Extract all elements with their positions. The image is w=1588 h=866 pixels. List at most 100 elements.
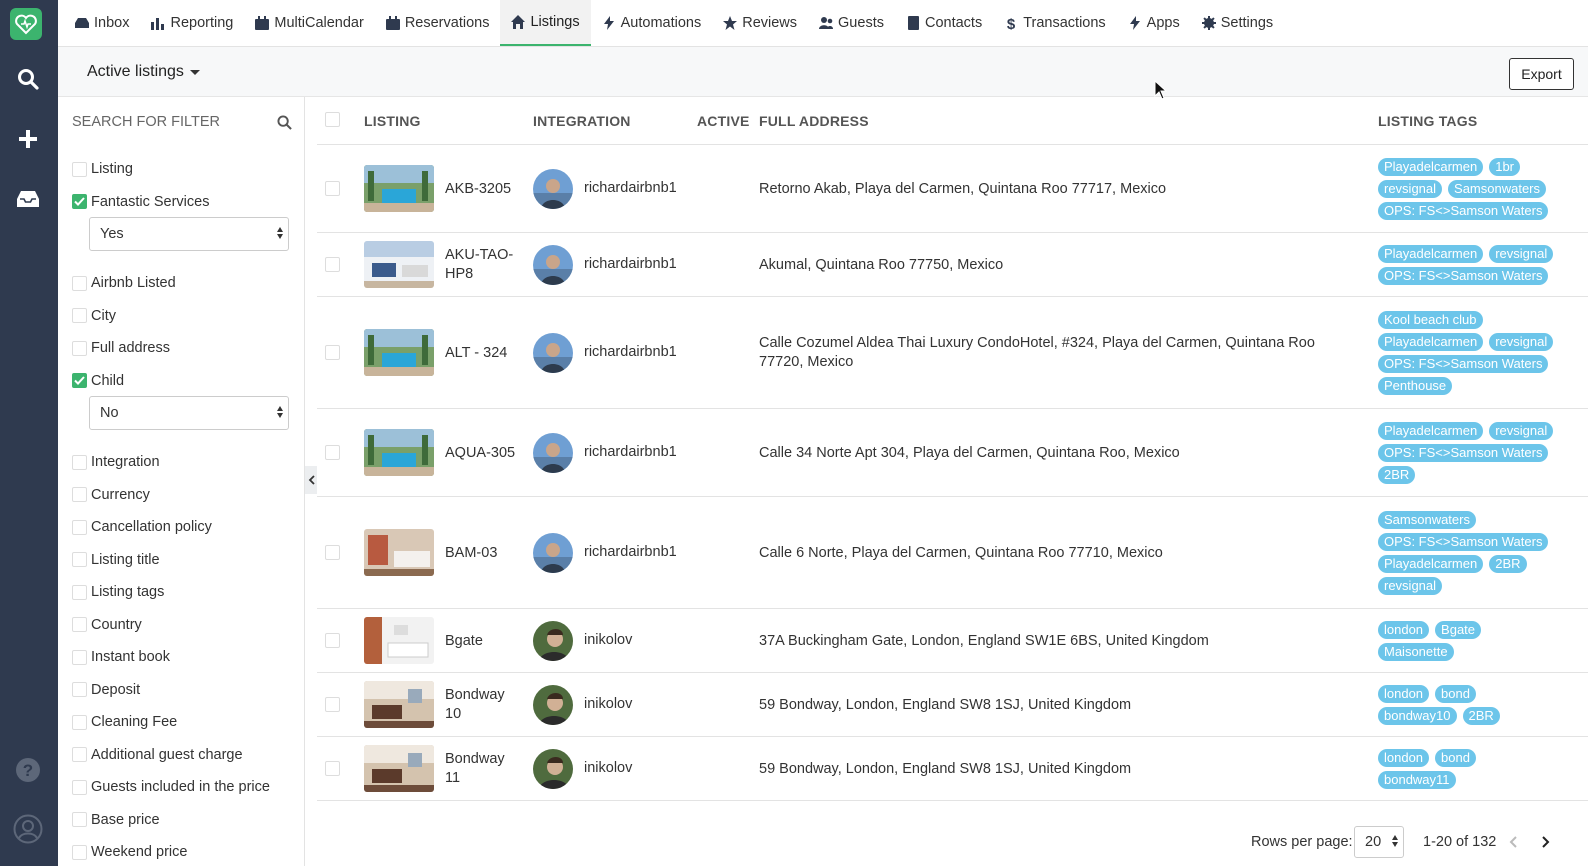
filter-checkbox[interactable] bbox=[72, 161, 87, 177]
tag-badge[interactable]: Playadelcarmen bbox=[1378, 421, 1484, 440]
tag-badge[interactable]: OPS: FS<>Samson Waters bbox=[1378, 266, 1549, 285]
row-checkbox[interactable] bbox=[325, 345, 340, 360]
tag-badge[interactable]: bondway11 bbox=[1378, 770, 1456, 789]
tag-badge[interactable]: london bbox=[1378, 684, 1430, 703]
table-row[interactable]: Bondway 10 inikolov 59 Bondway, London, En… bbox=[317, 673, 1588, 737]
row-checkbox[interactable] bbox=[325, 545, 340, 560]
nav-reviews[interactable]: Reviews bbox=[712, 0, 808, 46]
tag-badge[interactable]: revsignal bbox=[1378, 179, 1443, 198]
listing-name[interactable]: AKU-TAO-HP8 bbox=[445, 246, 520, 284]
nav-multicalendar[interactable]: MultiCalendar bbox=[244, 0, 374, 46]
table-row[interactable]: ALT - 324 richardairbnb1 Calle Cozumel Ald… bbox=[317, 297, 1588, 409]
nav-automations[interactable]: Automations bbox=[591, 0, 713, 46]
filter-guests-included-in-the-price[interactable]: Guests included in the price bbox=[72, 779, 270, 795]
search-icon[interactable] bbox=[277, 114, 292, 130]
row-checkbox[interactable] bbox=[325, 181, 340, 196]
filter-airbnb-listed[interactable]: Airbnb Listed bbox=[72, 275, 176, 291]
listing-thumbnail[interactable] bbox=[364, 681, 434, 728]
nav-reservations[interactable]: Reservations bbox=[375, 0, 501, 46]
column-full-address[interactable]: FULL ADDRESS bbox=[759, 113, 869, 129]
export-button[interactable]: Export bbox=[1509, 58, 1574, 90]
row-checkbox[interactable] bbox=[325, 257, 340, 272]
table-row[interactable]: Bgate inikolov 37A Buckingham Gate, London… bbox=[317, 609, 1588, 673]
tag-badge[interactable]: revsignal bbox=[1489, 244, 1554, 263]
table-row[interactable]: AKB-3205 richardairbnb1 Retorno Akab, Play… bbox=[317, 145, 1588, 233]
table-row[interactable]: BAM-03 richardairbnb1 Calle 6 Norte, Playa… bbox=[317, 497, 1588, 609]
filter-checkbox[interactable] bbox=[72, 340, 87, 356]
listing-thumbnail[interactable] bbox=[364, 617, 434, 664]
nav-apps[interactable]: Apps bbox=[1117, 0, 1191, 46]
filter-checkbox[interactable] bbox=[72, 844, 87, 860]
filter-checkbox[interactable] bbox=[72, 552, 87, 567]
tag-badge[interactable]: 2BR bbox=[1489, 554, 1527, 573]
listing-name[interactable]: ALT - 324 bbox=[445, 344, 520, 363]
filter-checkbox[interactable] bbox=[72, 779, 87, 795]
tag-badge[interactable]: OPS: FS<>Samson Waters bbox=[1378, 443, 1549, 462]
filter-listing[interactable]: Listing bbox=[72, 161, 133, 177]
previous-page-button[interactable] bbox=[1503, 832, 1523, 852]
listing-name[interactable]: Bondway 10 bbox=[445, 686, 520, 724]
filter-checkbox[interactable] bbox=[72, 275, 87, 291]
tag-badge[interactable]: london bbox=[1378, 620, 1430, 639]
nav-inbox[interactable]: Inbox bbox=[64, 0, 140, 46]
listing-name[interactable]: AQUA-305 bbox=[445, 444, 520, 463]
nav-settings[interactable]: Settings bbox=[1191, 0, 1284, 46]
tag-badge[interactable]: Maisonette bbox=[1378, 642, 1454, 661]
listing-thumbnail[interactable] bbox=[364, 241, 434, 288]
nav-transactions[interactable]: $ Transactions bbox=[993, 0, 1116, 46]
tag-badge[interactable]: Playadelcarmen bbox=[1378, 244, 1484, 263]
listing-thumbnail[interactable] bbox=[364, 529, 434, 576]
tag-badge[interactable]: revsignal bbox=[1378, 576, 1443, 595]
view-selector[interactable]: Active listings bbox=[87, 63, 200, 81]
filter-checkbox[interactable] bbox=[72, 487, 87, 502]
tag-badge[interactable]: Playadelcarmen bbox=[1378, 332, 1484, 351]
tag-badge[interactable]: revsignal bbox=[1489, 421, 1554, 440]
listing-name[interactable]: AKB-3205 bbox=[445, 180, 520, 199]
select-all-checkbox[interactable] bbox=[325, 112, 340, 127]
app-logo[interactable] bbox=[10, 8, 42, 40]
plus-icon[interactable] bbox=[13, 124, 43, 154]
tag-badge[interactable]: OPS: FS<>Samson Waters bbox=[1378, 201, 1549, 220]
filter-value-select[interactable]: No bbox=[89, 396, 289, 430]
column-listing[interactable]: LISTING bbox=[364, 113, 421, 129]
listing-thumbnail[interactable] bbox=[364, 329, 434, 376]
row-checkbox[interactable] bbox=[325, 633, 340, 648]
filter-integration[interactable]: Integration bbox=[72, 454, 160, 470]
collapse-filters-button[interactable] bbox=[305, 466, 317, 494]
tag-badge[interactable]: bondway10 bbox=[1378, 706, 1457, 725]
tag-badge[interactable]: 1br bbox=[1489, 157, 1521, 176]
listing-thumbnail[interactable] bbox=[364, 429, 434, 476]
filter-checkbox[interactable] bbox=[72, 308, 87, 323]
tag-badge[interactable]: 2BR bbox=[1378, 465, 1416, 484]
listing-thumbnail[interactable] bbox=[364, 165, 434, 212]
filter-checkbox[interactable] bbox=[72, 747, 87, 762]
filter-deposit[interactable]: Deposit bbox=[72, 682, 140, 698]
filter-child[interactable]: Child bbox=[72, 373, 124, 389]
column-active[interactable]: ACTIVE bbox=[697, 113, 750, 129]
tag-badge[interactable]: bond bbox=[1435, 748, 1476, 767]
filter-checkbox[interactable] bbox=[72, 617, 87, 632]
tag-badge[interactable]: Bgate bbox=[1435, 620, 1482, 639]
filter-checkbox[interactable] bbox=[72, 194, 87, 209]
table-row[interactable]: Bondway 11 inikolov 59 Bondway, London, En… bbox=[317, 737, 1588, 801]
filter-additional-guest-charge[interactable]: Additional guest charge bbox=[72, 747, 243, 763]
filter-base-price[interactable]: Base price bbox=[72, 812, 160, 828]
nav-reporting[interactable]: Reporting bbox=[140, 0, 244, 46]
column-listing-tags[interactable]: LISTING TAGS bbox=[1378, 113, 1477, 129]
tag-badge[interactable]: Samsonwaters bbox=[1448, 179, 1547, 198]
filter-checkbox[interactable] bbox=[72, 649, 87, 665]
nav-contacts[interactable]: Contacts bbox=[895, 0, 993, 46]
tag-badge[interactable]: Playadelcarmen bbox=[1378, 157, 1484, 176]
tag-badge[interactable]: bond bbox=[1435, 684, 1476, 703]
filter-checkbox[interactable] bbox=[72, 454, 87, 470]
filter-country[interactable]: Country bbox=[72, 617, 142, 633]
filter-checkbox[interactable] bbox=[72, 373, 87, 388]
filter-search-input[interactable] bbox=[72, 114, 262, 130]
tag-badge[interactable]: revsignal bbox=[1489, 332, 1554, 351]
filter-value-select[interactable]: Yes bbox=[89, 217, 289, 251]
filter-full-address[interactable]: Full address bbox=[72, 340, 170, 356]
tag-badge[interactable]: Playadelcarmen bbox=[1378, 554, 1484, 573]
tag-badge[interactable]: london bbox=[1378, 748, 1430, 767]
filter-currency[interactable]: Currency bbox=[72, 487, 150, 503]
listing-name[interactable]: Bondway 11 bbox=[445, 750, 520, 788]
